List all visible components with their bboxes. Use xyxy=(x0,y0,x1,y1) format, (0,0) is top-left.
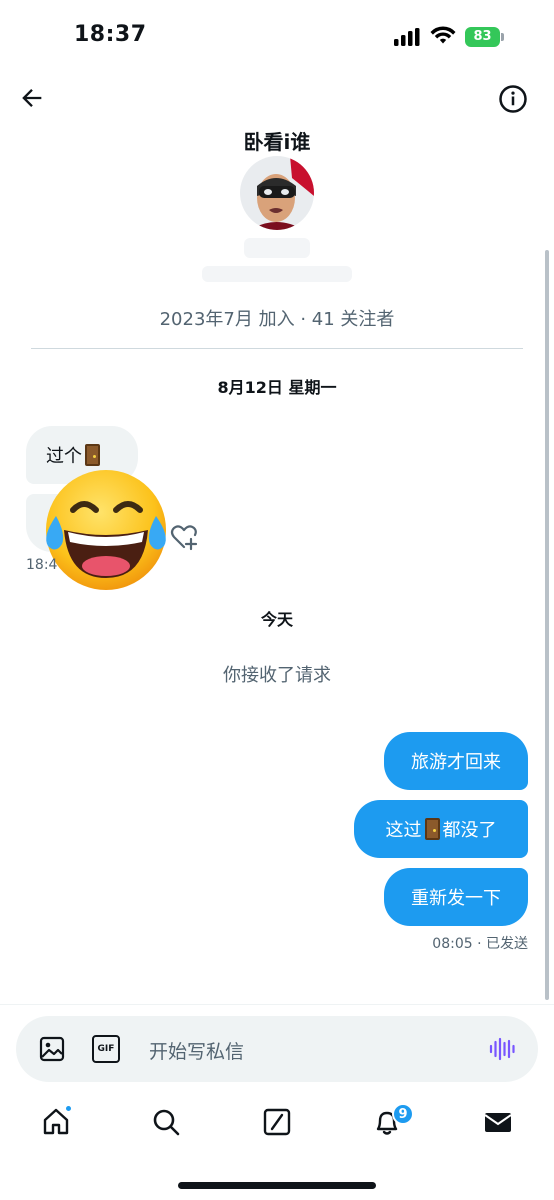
door-emoji-icon xyxy=(85,444,100,466)
voice-icon[interactable] xyxy=(488,1035,516,1063)
redacted-username xyxy=(244,238,310,258)
tab-messages[interactable] xyxy=(478,1102,518,1142)
search-icon xyxy=(153,1109,180,1136)
back-button[interactable] xyxy=(16,82,48,114)
redacted-bio xyxy=(202,266,352,282)
date-separator: 今天 xyxy=(260,610,293,629)
status-bar: 18:37 83 xyxy=(0,0,554,70)
messages-icon xyxy=(484,1113,512,1132)
profile-name[interactable]: 卧看i谁 xyxy=(0,126,554,155)
tab-bar: 9 xyxy=(0,1096,554,1156)
image-icon[interactable] xyxy=(38,1035,66,1063)
message-text: 这过 xyxy=(385,820,422,841)
tab-home[interactable] xyxy=(36,1102,76,1142)
tab-search[interactable] xyxy=(146,1102,186,1142)
arrow-left-icon xyxy=(22,89,42,107)
wifi-icon xyxy=(430,26,456,44)
heart-plus-icon xyxy=(170,525,198,551)
notification-badge: 9 xyxy=(392,1103,414,1125)
divider xyxy=(31,348,523,349)
battery-level: 83 xyxy=(473,29,492,44)
incoming-timestamp: 18:4 xyxy=(26,557,58,573)
tab-grok[interactable] xyxy=(257,1102,297,1142)
battery-icon: 83 xyxy=(465,27,505,47)
message-composer[interactable]: GIF 开始写私信 xyxy=(16,1016,538,1082)
info-icon xyxy=(499,85,527,113)
profile-meta: 2023年7月 加入 · 41 关注者 xyxy=(159,309,395,330)
signal-icon xyxy=(394,28,420,46)
grok-icon xyxy=(263,1108,291,1136)
message-status: 08:05 · 已发送 xyxy=(432,936,528,952)
avatar[interactable] xyxy=(240,156,314,230)
info-button[interactable] xyxy=(496,82,530,116)
date-separator: 8月12日 星期一 xyxy=(217,378,337,397)
face-with-tears-of-joy-icon xyxy=(46,470,166,590)
outgoing-message[interactable]: 这过 都没了 xyxy=(354,800,528,858)
gif-icon[interactable]: GIF xyxy=(92,1035,120,1063)
message-text: 旅游才回来 xyxy=(411,752,501,773)
message-text: 都没了 xyxy=(442,820,497,841)
message-text: 重新发一下 xyxy=(411,888,501,909)
divider xyxy=(0,1004,554,1005)
message-input[interactable]: 开始写私信 xyxy=(149,1037,244,1064)
add-reaction-button[interactable] xyxy=(169,522,199,552)
outgoing-message[interactable]: 旅游才回来 xyxy=(384,732,528,790)
message-text: 过个 xyxy=(46,446,82,467)
home-indicator[interactable] xyxy=(178,1182,376,1189)
door-emoji-icon xyxy=(424,818,440,840)
status-time: 18:37 xyxy=(74,22,147,47)
notification-dot xyxy=(64,1104,73,1113)
system-message: 你接收了请求 xyxy=(223,665,331,686)
outgoing-message[interactable]: 重新发一下 xyxy=(384,868,528,926)
